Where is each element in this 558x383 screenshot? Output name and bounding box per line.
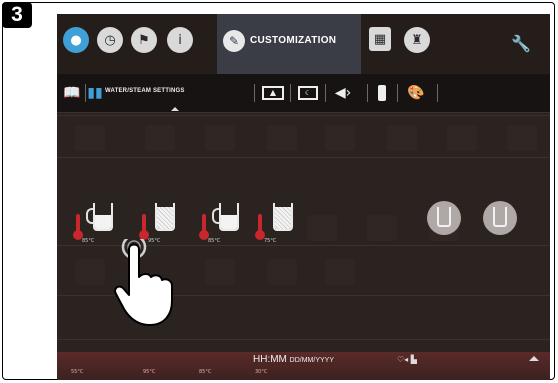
screen-image-icon: ▲ [262,86,284,100]
bottom-mini-label-1: 55°C [71,369,84,375]
water-drop-icon: ● [70,32,82,48]
sub-tab-bar: 📖 ▮▮ WATER/STEAM SETTINGS ▲ ☾ ◀› 🎨 [57,74,550,113]
tab-clock[interactable]: ◷ [97,27,123,53]
sub-tab-water-steam[interactable]: ▮▮ [87,83,103,103]
temperature-label-3: 85°C [208,238,221,244]
temperature-label-1: 85°C [82,238,95,244]
temperature-label-4: 75°C [264,238,277,244]
water-cup-button-3[interactable] [212,203,243,233]
top-tab-bar: ● ◷ ⚑ i ✎ CUSTOMIZATION ▦ ♜ 🔧 [57,14,550,74]
bottom-mini-label-2: 95°C [143,369,156,375]
palette-icon: 🎨 [407,85,425,101]
pencil-icon: ✎ [223,30,245,52]
water-cup-button-1[interactable] [86,203,117,233]
hand-pointer-icon [114,239,173,326]
bottom-mini-label-3: 85°C [199,369,212,375]
tab-calculator[interactable]: ▦ [369,27,391,51]
tab-customization[interactable]: ✎ CUSTOMIZATION [217,14,361,74]
tab-customization-label: CUSTOMIZATION [250,35,337,46]
sub-tab-screensaver[interactable]: ☾ [295,83,321,103]
clock-icon: ◷ [104,32,116,48]
info-icon: i [178,32,182,48]
screensaver-icon: ☾ [298,86,318,100]
bottom-mini-label-4: 30°C [255,369,268,375]
sub-tab-screen-image[interactable]: ▲ [260,83,286,103]
status-bar: HH:MM DD/MM/YYYY ♡◂ ▙ 55°C 95°C 85°C 30°… [57,352,550,380]
sub-tab-palette[interactable]: 🎨 [403,83,429,103]
tab-flag[interactable]: ⚑ [131,27,157,53]
steam-cup-button-2[interactable] [153,203,179,233]
thermometer-icon [255,214,265,240]
book-blue-icon: ▮▮ [87,85,103,101]
flag-icon: ⚑ [138,32,150,48]
sub-tab-bottle[interactable] [375,83,389,103]
bottle-icon [378,85,386,101]
thermometer-icon [139,214,149,240]
status-icons: ♡◂ ▙ [397,355,417,364]
thermometer-icon [199,214,209,240]
status-datetime: HH:MM DD/MM/YYYY [253,354,334,365]
sub-tab-book[interactable]: 📖 [63,83,81,103]
device-screen: ● ◷ ⚑ i ✎ CUSTOMIZATION ▦ ♜ 🔧 📖 ▮▮ WATER… [57,14,550,380]
tab-water[interactable]: ● [63,27,89,53]
grey-cup-button-2[interactable] [483,201,517,235]
tab-info[interactable]: i [167,27,193,53]
step-number-badge: 3 [2,2,32,28]
book-icon: 📖 [63,85,81,101]
grey-cup-button-1[interactable] [427,201,461,235]
chef-icon: ♜ [411,32,423,48]
sub-tab-sound[interactable]: ◀› [332,83,354,103]
steam-cup-button-4[interactable] [271,203,297,233]
sub-tab-water-steam-label: WATER/STEAM SETTINGS [105,88,185,94]
speaker-icon: ◀› [334,85,352,101]
tab-chef[interactable]: ♜ [404,27,430,53]
active-sub-tab-caret [171,107,179,111]
status-time: HH:MM [253,354,287,365]
status-date: DD/MM/YYYY [289,357,335,364]
calculator-icon: ▦ [373,31,387,47]
wrench-icon[interactable]: 🔧 [511,34,531,53]
expand-caret-icon[interactable] [529,356,539,361]
thermometer-icon [73,214,83,240]
